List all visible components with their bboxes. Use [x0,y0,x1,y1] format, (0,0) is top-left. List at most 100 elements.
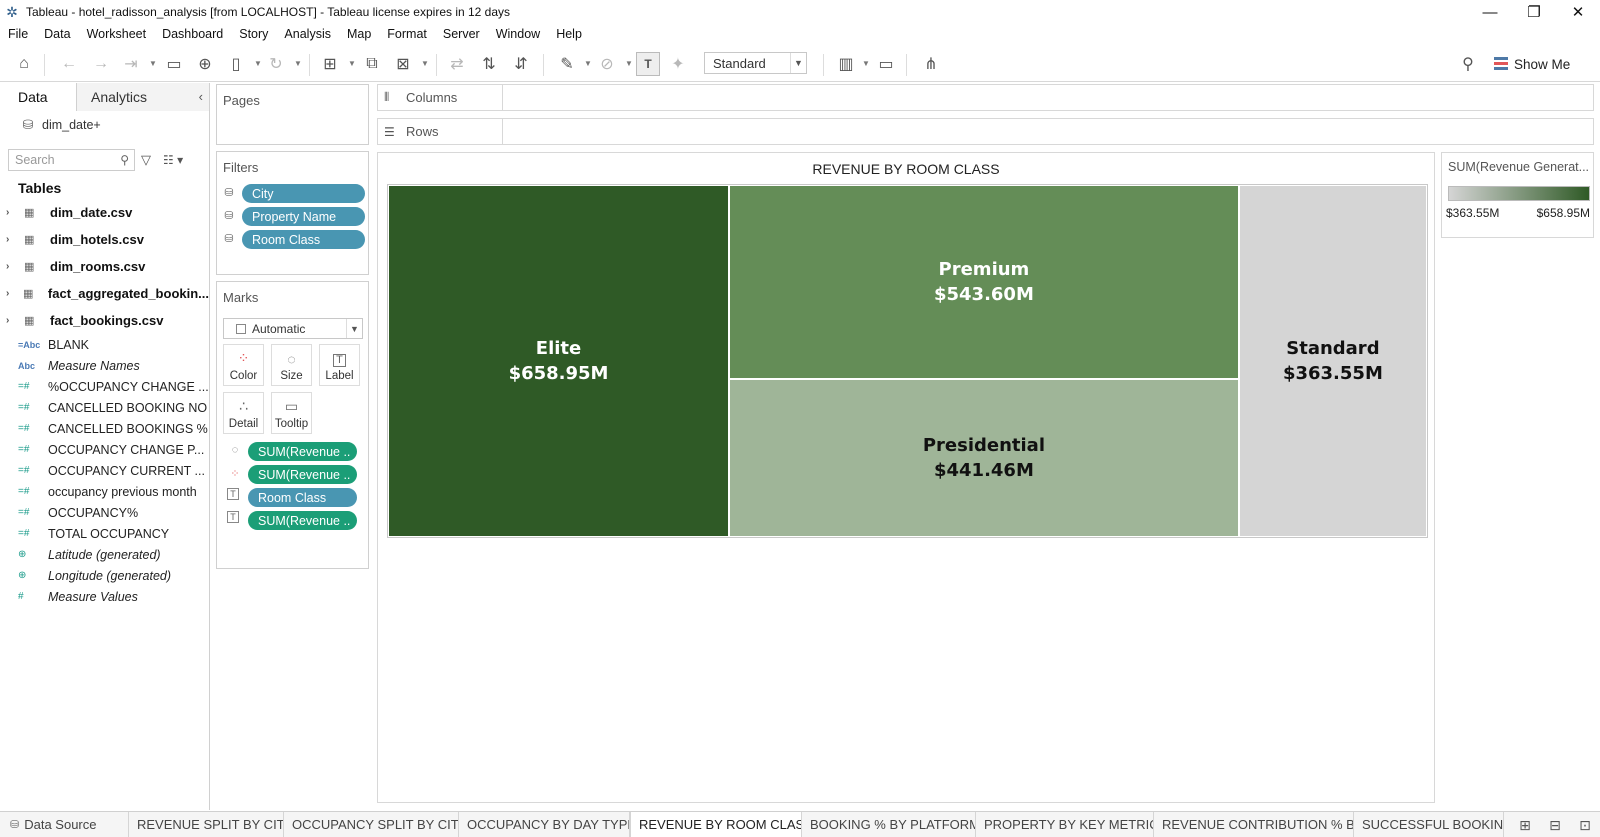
field-item[interactable]: =# CANCELLED BOOKING NO [0,397,209,418]
fit-dropdown[interactable]: Standard ▼ [704,52,807,74]
color-legend[interactable]: SUM(Revenue Generat... $363.55M $658.95M [1441,152,1594,238]
pin-icon[interactable]: ⚲ [1456,52,1480,76]
search-field[interactable]: Search ⚲ [8,149,135,171]
marks-pill-size[interactable]: SUM(Revenue .. [248,442,357,461]
tab-data-source[interactable]: ⛁ Data Source [0,812,129,837]
menu-story[interactable]: Story [231,24,276,44]
tooltip-button[interactable]: ▭ Tooltip [271,392,312,434]
chevron-right-icon[interactable]: › [6,315,18,326]
treemap-tile-elite[interactable]: Elite $658.95M [388,185,730,537]
menu-map[interactable]: Map [339,24,379,44]
filter-icon[interactable]: ▽ [141,152,151,168]
close-window-button[interactable]: ✕ [1556,0,1600,24]
field-item[interactable]: =# %OCCUPANCY CHANGE ... [0,376,209,397]
sort-descending-icon[interactable]: ⇵ [509,52,533,76]
tab-revenue-contribution[interactable]: REVENUE CONTRIBUTION % B... [1154,812,1354,837]
tab-booking-pct-by-platform[interactable]: BOOKING % BY PLATFORM [802,812,976,837]
rows-shelf[interactable]: ☰ Rows [377,118,1594,145]
chevron-right-icon[interactable]: › [6,261,18,272]
tab-successful-booking[interactable]: SUCCESSFUL BOOKING [1354,812,1504,837]
clear-sheet-icon[interactable]: ⊠ [391,52,415,76]
field-item[interactable]: =# CANCELLED BOOKINGS % [0,418,209,439]
color-button[interactable]: ⁘ Color [223,344,264,386]
marks-pill-label-room-class[interactable]: Room Class [248,488,357,507]
viz-area[interactable]: REVENUE BY ROOM CLASS Elite $658.95M Premi… [377,152,1435,803]
pause-updates-icon[interactable]: ▯ [224,52,248,76]
filter-pill-room-class[interactable]: Room Class [242,230,365,249]
new-datasource-icon[interactable]: ⊕ [193,52,217,76]
table-item[interactable]: › ▦ dim_hotels.csv [0,226,209,253]
fix-axes-icon[interactable]: ✦ [666,52,690,76]
field-item[interactable]: =# occupancy previous month [0,481,209,502]
new-worksheet-icon[interactable]: ⊞ [1510,817,1540,834]
table-item[interactable]: › ▦ fact_aggregated_bookin... [0,280,209,307]
presentation-mode-icon[interactable]: ▭ [874,52,898,76]
filter-pill-city[interactable]: City [242,184,365,203]
menu-format[interactable]: Format [379,24,435,44]
restore-button[interactable]: ❐ [1512,0,1556,24]
tab-analytics[interactable]: Analytics [77,83,209,111]
size-button[interactable]: ◌ Size [271,344,312,386]
pages-shelf[interactable]: Pages [216,84,369,145]
field-item[interactable]: ⊕ Latitude (generated) [0,544,209,565]
menu-server[interactable]: Server [435,24,488,44]
menu-window[interactable]: Window [488,24,548,44]
table-item[interactable]: › ▦ dim_rooms.csv [0,253,209,280]
tab-occupancy-by-day-type[interactable]: OCCUPANCY BY DAY TYPE [459,812,630,837]
highlight-dropdown-icon[interactable]: ▼ [584,59,592,68]
detail-button[interactable]: ∴ Detail [223,392,264,434]
new-worksheet-dropdown-icon[interactable]: ▼ [348,59,356,68]
field-item[interactable]: ⊕ Longitude (generated) [0,565,209,586]
menu-file[interactable]: File [0,24,36,44]
share-icon[interactable]: ⋔ [919,52,943,76]
menu-analysis[interactable]: Analysis [276,24,339,44]
field-item[interactable]: =# OCCUPANCY CHANGE P... [0,439,209,460]
minimize-button[interactable]: — [1468,0,1512,24]
field-item[interactable]: =# TOTAL OCCUPANCY [0,523,209,544]
duplicate-sheet-icon[interactable]: ⧉ [360,52,384,76]
sort-ascending-icon[interactable]: ⇅ [477,52,501,76]
chevron-right-icon[interactable]: › [6,288,17,299]
menu-data[interactable]: Data [36,24,78,44]
refresh-icon[interactable]: ↻ [264,52,288,76]
field-item[interactable]: =# OCCUPANCY% [0,502,209,523]
clear-dropdown-icon[interactable]: ▼ [421,59,429,68]
tab-data[interactable]: Data [0,83,77,111]
mark-type-dropdown[interactable]: Automatic ▼ [223,318,363,339]
chevron-right-icon[interactable]: › [6,207,18,218]
show-mark-labels-icon[interactable]: T [636,52,660,76]
group-members-icon[interactable]: ⊘ [595,52,619,76]
marks-pill-label-revenue[interactable]: SUM(Revenue .. [248,511,357,530]
highlight-icon[interactable]: ✎ [555,52,579,76]
new-worksheet-icon[interactable]: ⊞ [318,52,342,76]
treemap[interactable]: Elite $658.95M Premium $543.60M Presidential… [387,184,1428,538]
table-item[interactable]: › ▦ fact_bookings.csv [0,307,209,334]
replay-dropdown-icon[interactable]: ▼ [149,59,157,68]
show-me-button[interactable]: Show Me [1494,52,1570,76]
tab-revenue-by-room-class[interactable]: REVENUE BY ROOM CLASS [630,812,802,837]
field-item[interactable]: =# OCCUPANCY CURRENT ... [0,460,209,481]
chevron-right-icon[interactable]: › [6,234,18,245]
redo-icon[interactable]: → [89,52,113,76]
collapse-pane-icon[interactable]: ‹ [199,89,203,104]
new-dashboard-icon[interactable]: ⊟ [1540,817,1570,834]
view-cards-icon[interactable]: ▥ [834,52,858,76]
undo-icon[interactable]: ← [57,52,81,76]
field-item[interactable]: # Measure Values [0,586,209,607]
group-dropdown-icon[interactable]: ▼ [625,59,633,68]
menu-dashboard[interactable]: Dashboard [154,24,231,44]
treemap-tile-presidential[interactable]: Presidential $441.46M [729,379,1239,537]
new-story-icon[interactable]: ⊡ [1570,817,1600,834]
field-item[interactable]: =Abc BLANK [0,334,209,355]
swap-rows-columns-icon[interactable]: ⇄ [445,52,469,76]
save-icon[interactable]: ▭ [162,52,186,76]
treemap-tile-standard[interactable]: Standard $363.55M [1238,185,1427,537]
tab-property-by-key-metrics[interactable]: PROPERTY BY KEY METRICS [976,812,1154,837]
label-button[interactable]: T Label [319,344,360,386]
filter-pill-property-name[interactable]: Property Name [242,207,365,226]
pause-dropdown-icon[interactable]: ▼ [254,59,262,68]
filters-shelf[interactable]: Filters ⛁ City ⛁ Property Name ⛁ Room Cl… [216,151,369,275]
view-cards-dropdown-icon[interactable]: ▼ [862,59,870,68]
columns-shelf[interactable]: ⦀ Columns [377,84,1594,111]
menu-help[interactable]: Help [548,24,590,44]
